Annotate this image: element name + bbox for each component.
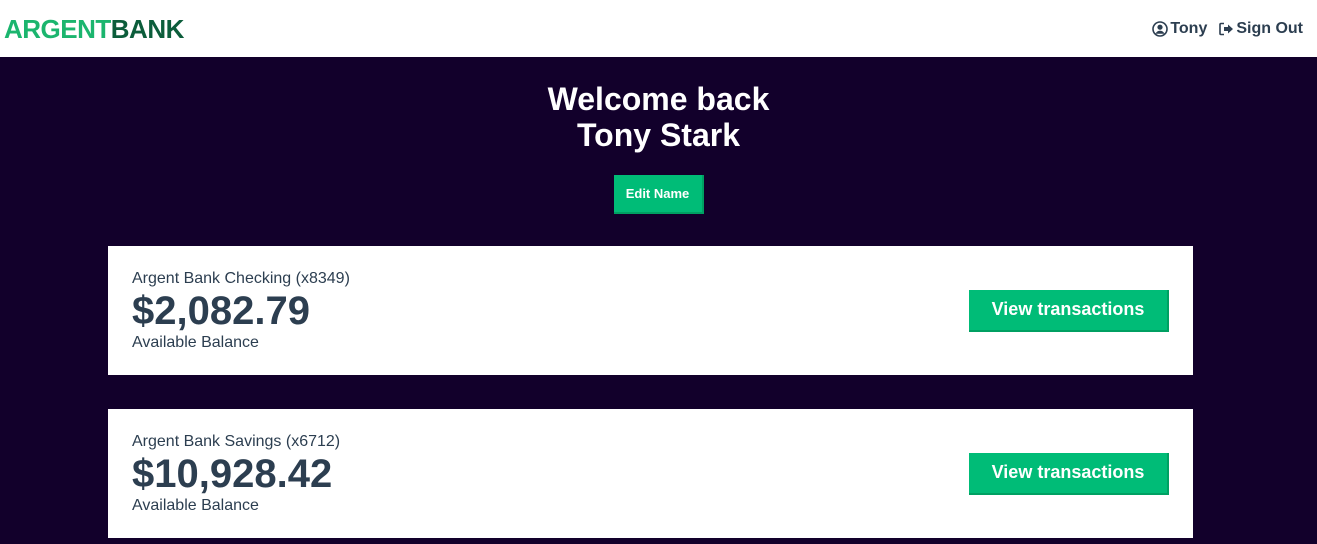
edit-name-button[interactable]: Edit Name [613,175,704,214]
user-circle-icon [1152,20,1169,37]
logo-text-argent: ARGENT [4,13,111,44]
user-name-label: Tony [1170,19,1208,37]
account-title: Argent Bank Checking (x8349) [132,269,350,287]
account-description: Available Balance [132,496,259,514]
navbar: ARGENT BANK Tony Sign Out [0,0,1317,57]
welcome-line: Welcome back [547,81,770,117]
account-info: Argent Bank Checking (x8349) $2,082.79 A… [132,270,350,352]
account-amount: $2,082.79 [132,288,310,333]
view-transactions-button[interactable]: View transactions [969,452,1169,495]
account-amount: $10,928.42 [132,451,333,496]
account-title: Argent Bank Savings (x6712) [132,432,341,450]
welcome-header: Welcome back Tony Stark Edit Name [0,57,1317,214]
user-profile-link[interactable]: Tony [1152,20,1207,38]
nav-links: Tony Sign Out [1152,20,1303,38]
logo-link[interactable]: ARGENT BANK [4,16,184,42]
account-description: Available Balance [132,333,259,351]
account-card-checking: Argent Bank Checking (x8349) $2,082.79 A… [108,246,1193,375]
sign-out-icon [1219,22,1234,36]
user-full-name: Tony Stark [577,117,740,153]
logo-text-bank: BANK [110,13,185,44]
view-transactions-button[interactable]: View transactions [969,289,1169,332]
account-info: Argent Bank Savings (x6712) $10,928.42 A… [132,433,340,515]
sign-out-link[interactable]: Sign Out [1219,20,1303,38]
sign-out-label: Sign Out [1236,19,1303,37]
account-card-savings: Argent Bank Savings (x6712) $10,928.42 A… [108,409,1193,538]
welcome-title: Welcome back Tony Stark [0,81,1317,153]
main-content: Welcome back Tony Stark Edit Name Argent… [0,57,1317,544]
